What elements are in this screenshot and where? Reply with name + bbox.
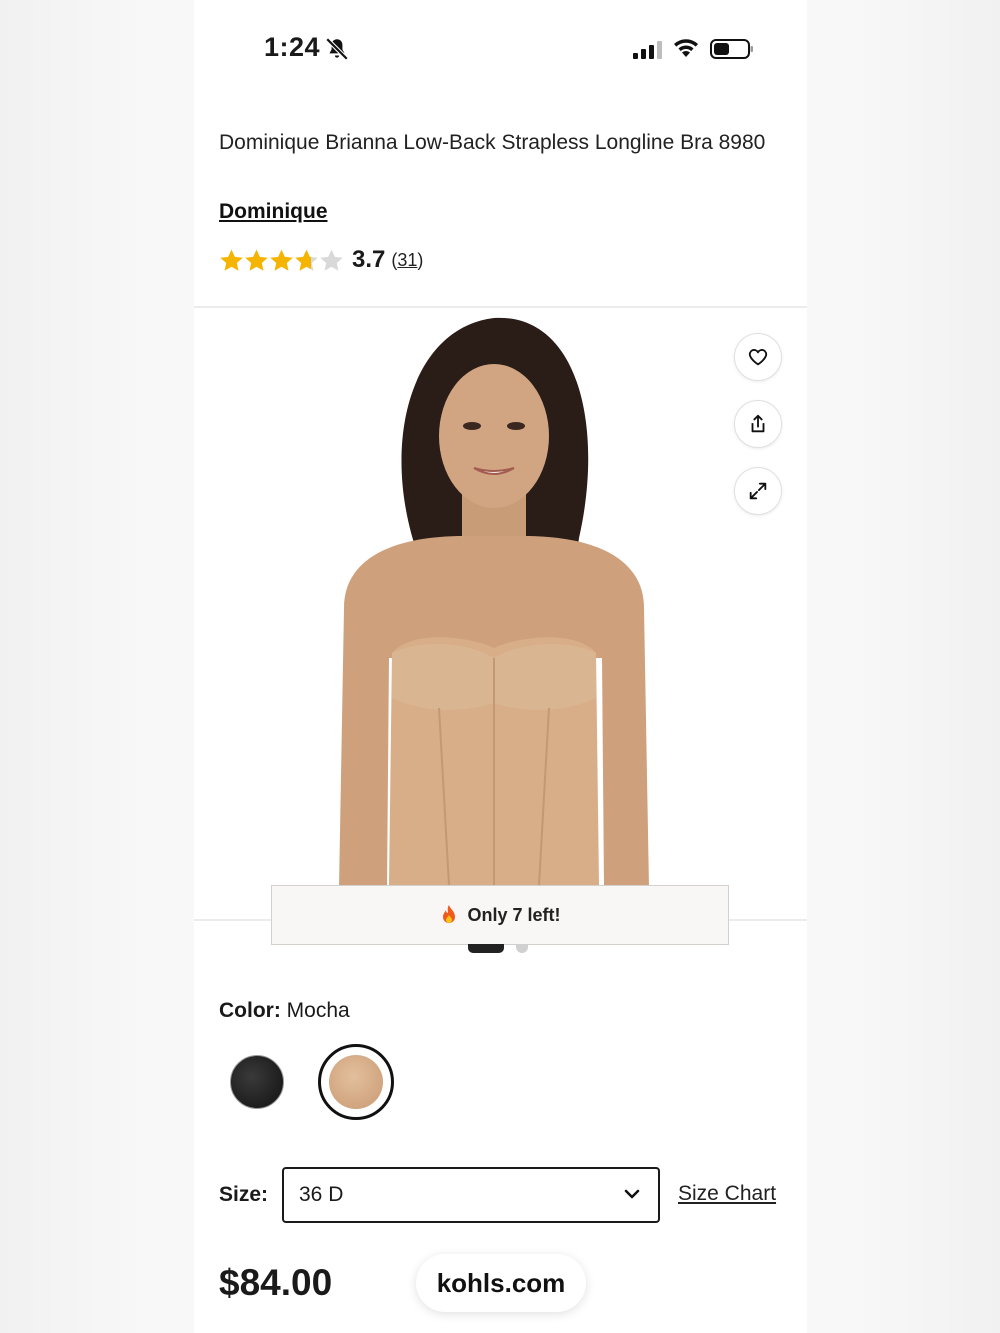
color-label: Color: xyxy=(219,999,281,1022)
chevron-down-icon xyxy=(624,1189,640,1199)
brand-link[interactable]: Dominique xyxy=(219,200,328,224)
wifi-icon xyxy=(674,39,698,57)
heart-icon xyxy=(748,349,768,366)
size-label: Size: xyxy=(219,1183,269,1206)
stock-text: Only 7 left! xyxy=(467,904,561,925)
rating-value: 3.7 xyxy=(352,246,386,273)
star-icon xyxy=(220,249,243,271)
price: $84.00 xyxy=(219,1262,333,1303)
star-icon xyxy=(245,249,268,271)
share-icon xyxy=(751,414,765,433)
star-rating xyxy=(219,248,344,273)
share-button[interactable] xyxy=(734,400,782,448)
star-half-icon xyxy=(295,249,318,271)
color-swatch-black[interactable] xyxy=(230,1055,284,1109)
carousel-pager[interactable] xyxy=(468,944,528,953)
phone-screen: 1:24 Dominique Brianna Low-Back Straples… xyxy=(194,0,807,1333)
size-value: 36 D xyxy=(299,1183,344,1206)
stock-notice: Only 7 left! xyxy=(271,885,729,945)
fire-icon xyxy=(443,905,456,923)
site-url-pill[interactable]: kohls.com xyxy=(416,1254,586,1312)
product-photo xyxy=(339,317,649,888)
pager-dot[interactable] xyxy=(516,944,528,953)
color-row: Color: Mocha xyxy=(219,999,350,1023)
color-value: Mocha xyxy=(286,999,350,1022)
expand-button[interactable] xyxy=(734,467,782,515)
size-select[interactable]: 36 D xyxy=(282,1167,660,1223)
color-swatch-mocha[interactable] xyxy=(318,1044,394,1120)
status-time: 1:24 xyxy=(264,32,321,62)
product-image-carousel[interactable] xyxy=(194,308,807,920)
bell-off-icon xyxy=(325,37,349,61)
signal-icon xyxy=(633,41,662,59)
battery-icon xyxy=(710,39,753,59)
product-title: Dominique Brianna Low-Back Strapless Lon… xyxy=(219,131,766,154)
review-count-close: ) xyxy=(417,249,424,270)
star-empty-icon xyxy=(320,249,343,271)
review-count: 31 xyxy=(397,249,418,270)
swatch-fill xyxy=(329,1055,383,1109)
wishlist-button[interactable] xyxy=(734,333,782,381)
size-chart-link[interactable]: Size Chart xyxy=(678,1182,776,1206)
star-icon xyxy=(270,249,293,271)
review-count-link[interactable]: (31) xyxy=(391,250,423,271)
expand-icon xyxy=(749,482,767,500)
pager-dot-active[interactable] xyxy=(468,944,504,953)
rating-row[interactable]: 3.7 (31) xyxy=(219,244,423,276)
